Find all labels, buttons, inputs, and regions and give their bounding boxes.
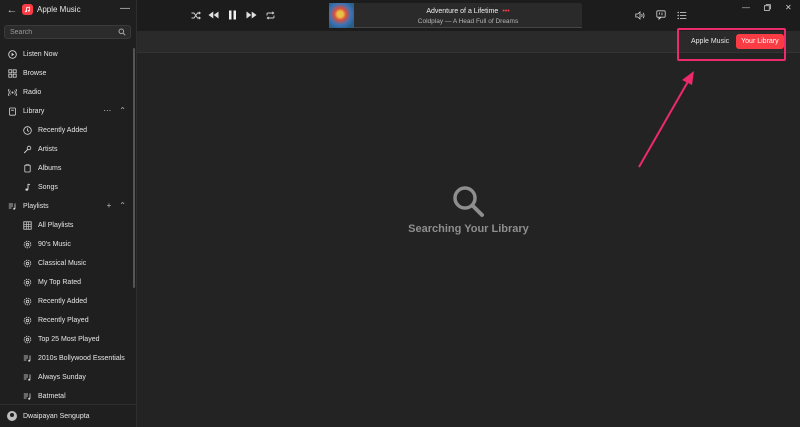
sidebar-item-playlist[interactable]: 90's Music [0,235,134,254]
smart-playlist-gear-icon [23,240,32,249]
sidebar-item-label: Library [23,108,45,115]
sidebar-item-label: All Playlists [38,222,74,229]
sidebar-item-label: Radio [23,89,42,96]
sidebar-item-artists[interactable]: Artists [0,140,134,159]
sidebar-item-radio[interactable]: Radio [0,83,134,102]
sidebar: ← Apple Music — Listen Now Browse Radio [0,0,137,427]
smart-playlist-gear-icon [23,259,32,268]
sidebar-item-label: Playlists [23,203,49,210]
smart-playlist-gear-icon [23,297,32,306]
sidebar-item-label: Classical Music [38,260,87,267]
sidebar-item-label: Top 25 Most Played [38,336,100,343]
album-icon [23,164,32,173]
grid-icon [23,221,32,230]
music-note-icon [23,183,32,192]
sidebar-item-label: Batmetal [38,393,66,400]
add-playlist-icon[interactable]: + [107,202,112,210]
sidebar-item-songs[interactable]: Songs [0,178,134,197]
window-minimize-icon[interactable]: — [742,4,750,12]
sidebar-item-label: Browse [23,70,47,77]
chevron-up-icon[interactable]: ⌃ [119,202,126,210]
sidebar-item-label: My Top Rated [38,279,82,286]
apple-music-logo-icon [22,4,33,15]
search-input[interactable] [10,27,115,38]
clock-icon [23,126,32,135]
search-icon [453,186,484,217]
main-content: Searching Your Library [137,53,800,427]
song-title: Adventure of a Lifetime [426,8,499,15]
radio-waves-icon [8,88,17,97]
playback-progress[interactable] [354,27,582,28]
library-icon [8,107,17,116]
sidebar-item-label: Recently Added [38,127,88,134]
sidebar-item-library[interactable]: Library ⋯ ⌃ [0,102,134,121]
sidebar-item-playlist[interactable]: Top 25 Most Played [0,330,134,349]
sidebar-item-label: 2010s Bollywood Essentials [38,355,125,362]
sidebar-header: ← Apple Music — [0,0,137,22]
album-artwork[interactable] [329,3,354,28]
now-playing-artist: Coldplay — A Head Full of Dreams [417,18,519,25]
repeat-icon[interactable] [264,9,276,21]
smart-playlist-gear-icon [23,335,32,344]
chevron-up-icon[interactable]: ⌃ [119,107,126,115]
shuffle-icon[interactable] [190,9,202,21]
sidebar-item-label: Albums [38,165,62,172]
sidebar-item-playlist[interactable]: Recently Added [0,292,134,311]
microphone-icon [23,145,32,154]
sidebar-item-albums[interactable]: Albums [0,159,134,178]
minimize-sidebar-icon[interactable]: — [120,4,130,16]
more-options-icon[interactable]: ⋯ [103,107,111,115]
window-close-icon[interactable]: ✕ [785,4,792,12]
sidebar-item-playlist[interactable]: Recently Played [0,311,134,330]
pause-icon[interactable] [226,9,238,21]
back-arrow-icon[interactable]: ← [6,4,18,16]
sidebar-item-label: Always Sunday [38,374,86,381]
avatar [7,411,17,421]
smart-playlist-gear-icon [23,278,32,287]
queue-list-icon[interactable] [676,9,688,21]
playlist-icon [23,373,32,382]
playlist-icon [8,202,17,211]
sidebar-item-playlists[interactable]: Playlists + ⌃ [0,197,134,216]
playlist-icon [23,392,32,401]
app-window: ← Apple Music — Listen Now Browse Radio [0,0,800,427]
player-bar: Adventure of a Lifetime ••• Coldplay — A … [137,0,800,31]
sidebar-nav: Listen Now Browse Radio Library ⋯ ⌃ Recen… [0,45,134,406]
sidebar-item-playlist[interactable]: 2010s Bollywood Essentials [0,349,134,368]
empty-state-message: Searching Your Library [408,223,529,235]
app-title: Apple Music [37,5,81,14]
sidebar-item-listen-now[interactable]: Listen Now [0,45,134,64]
sidebar-item-label: Recently Added [38,298,88,305]
lyrics-icon[interactable] [655,9,667,21]
window-maximize-icon[interactable] [764,4,771,13]
grid-icon [8,69,17,78]
sidebar-item-playlist[interactable]: My Top Rated [0,273,134,292]
sidebar-item-browse[interactable]: Browse [0,64,134,83]
search-icon[interactable] [118,28,126,36]
volume-icon[interactable] [634,9,646,21]
playlist-icon [23,354,32,363]
user-account[interactable]: Dwaipayan Sengupta [0,404,137,427]
smart-playlist-gear-icon [23,316,32,325]
sidebar-item-label: Recently Played [38,317,89,324]
sidebar-item-all-playlists[interactable]: All Playlists [0,216,134,235]
sidebar-item-playlist[interactable]: Always Sunday [0,368,134,387]
sidebar-item-label: Songs [38,184,58,191]
sidebar-scrollbar[interactable] [133,48,135,288]
sidebar-item-label: 90's Music [38,241,71,248]
previous-track-icon[interactable] [207,9,219,21]
sidebar-item-label: Listen Now [23,51,58,58]
play-circle-icon [8,50,17,59]
next-track-icon[interactable] [245,9,257,21]
user-name: Dwaipayan Sengupta [23,412,90,420]
sidebar-item-label: Artists [38,146,58,153]
sidebar-item-playlist[interactable]: Classical Music [0,254,134,273]
search-box[interactable] [4,25,131,39]
now-playing-song: Adventure of a Lifetime ••• [354,8,582,15]
now-playing[interactable]: Adventure of a Lifetime ••• Coldplay — A … [329,3,582,28]
more-options-icon[interactable]: ••• [502,8,509,15]
sidebar-item-recently-added[interactable]: Recently Added [0,121,134,140]
